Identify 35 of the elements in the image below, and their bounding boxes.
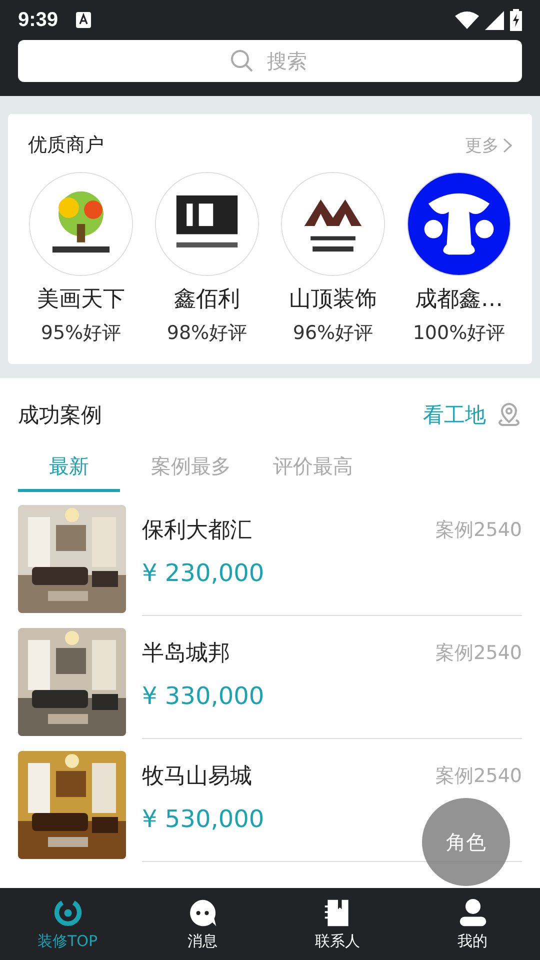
search-field[interactable]: 搜索 <box>18 40 522 82</box>
merchant-rating: 100%好评 <box>412 321 506 346</box>
user-icon <box>458 898 488 928</box>
section-title: 成功案例 <box>18 402 102 429</box>
status-time: 9:39 <box>18 8 58 32</box>
battery-icon <box>510 9 522 31</box>
case-title[interactable]: 牧马山易城 <box>142 761 252 791</box>
case-price: ¥ 230,000 <box>142 559 266 587</box>
merchant-rating: 98%好评 <box>166 321 248 346</box>
signal-icon <box>485 10 504 30</box>
donut-icon <box>52 898 82 928</box>
merchant-name[interactable]: 美画天下 <box>37 284 125 314</box>
keyboard-icon <box>76 12 92 28</box>
case-title[interactable]: 保利大都汇 <box>142 515 252 545</box>
wifi-icon <box>455 11 479 29</box>
location-pin-icon <box>496 402 522 428</box>
chevron-icon <box>503 138 512 152</box>
case-title[interactable]: 半岛城邦 <box>142 638 230 668</box>
case-count: 案例2540 <box>436 641 522 666</box>
merchant-rating: 96%好评 <box>292 321 374 346</box>
case-count: 案例2540 <box>436 518 522 543</box>
case-price: ¥ 330,000 <box>142 682 266 710</box>
case-price: ¥ 530,000 <box>142 805 266 833</box>
nav-tab[interactable]: 消息 <box>135 888 270 960</box>
merchant-rating: 95%好评 <box>40 321 122 346</box>
nav-tab[interactable]: 联系人 <box>270 888 405 960</box>
merchant-name[interactable]: 鑫佰利 <box>174 284 240 314</box>
merchant-name[interactable]: 成都鑫… <box>415 284 503 314</box>
nav-tab[interactable]: 我的 <box>405 888 540 960</box>
case-count: 案例2540 <box>436 764 522 789</box>
section-title: 优质商户 <box>28 133 104 158</box>
chat-icon <box>188 898 218 928</box>
merchant-name[interactable]: 山顶装饰 <box>289 284 377 314</box>
search-icon <box>230 49 254 73</box>
nav-tab[interactable]: 装修TOP <box>0 888 135 960</box>
